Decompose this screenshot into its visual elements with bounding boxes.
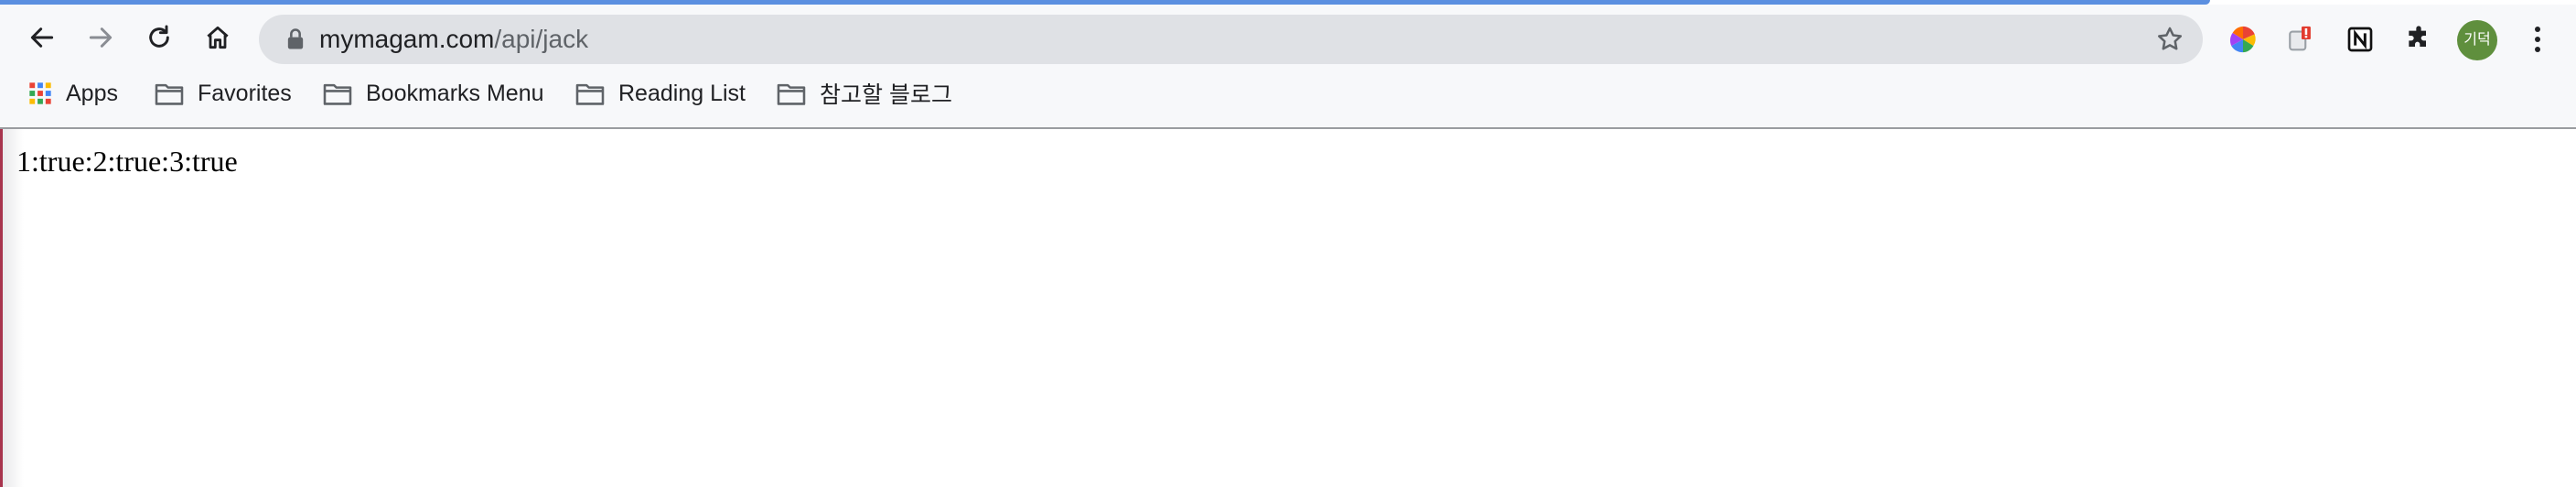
bookmark-blog-folder[interactable]: 참고할 블로그 xyxy=(776,70,952,116)
home-button[interactable] xyxy=(196,16,240,60)
apps-grid-icon xyxy=(29,82,51,104)
address-bar[interactable]: mymagam.com/api/jack xyxy=(259,15,2203,64)
extensions-button[interactable] xyxy=(2400,21,2437,58)
badge-extension[interactable] xyxy=(2283,21,2320,58)
bookmark-bookmarks-menu[interactable]: Bookmarks Menu xyxy=(322,70,544,116)
bookmark-label: Apps xyxy=(66,80,118,106)
bookmark-apps[interactable]: Apps xyxy=(27,70,118,116)
reload-icon xyxy=(149,25,169,48)
browser-menu-button[interactable] xyxy=(2525,21,2550,58)
toolbar-divider xyxy=(0,127,2576,129)
arrow-left-icon xyxy=(30,27,54,48)
bookmark-label: Reading List xyxy=(618,80,746,106)
bookmark-label: Favorites xyxy=(198,80,292,106)
folder-icon xyxy=(323,83,352,105)
browser-toolbar: mymagam.com/api/jack 기덕 xyxy=(0,5,2576,70)
color-wheel-icon xyxy=(2229,26,2256,53)
menu-dot-icon xyxy=(2535,27,2540,32)
notion-icon xyxy=(2347,27,2373,52)
arrow-right-icon xyxy=(89,27,113,48)
folder-icon xyxy=(575,83,605,105)
puzzle-badge-icon xyxy=(2289,26,2311,51)
lock-icon xyxy=(287,28,304,49)
bookmark-label: Bookmarks Menu xyxy=(366,80,544,106)
bookmark-label: 참고할 블로그 xyxy=(820,82,952,108)
folder-icon xyxy=(155,83,184,105)
profile-avatar[interactable]: 기덕 xyxy=(2457,20,2497,60)
menu-dot-icon xyxy=(2535,47,2540,52)
home-icon xyxy=(207,26,229,49)
bookmark-favorites[interactable]: Favorites xyxy=(154,70,292,116)
window-left-edge xyxy=(0,129,24,487)
reload-button[interactable] xyxy=(137,16,181,60)
extensions-puzzle-icon xyxy=(2409,26,2426,47)
notion-extension[interactable] xyxy=(2342,21,2378,58)
forward-button[interactable] xyxy=(79,16,123,60)
back-button[interactable] xyxy=(20,16,64,60)
bookmark-reading-list[interactable]: Reading List xyxy=(574,70,746,116)
menu-dot-icon xyxy=(2535,37,2540,42)
bookmark-star-icon[interactable] xyxy=(2155,25,2184,54)
url-text[interactable]: mymagam.com/api/jack xyxy=(319,15,588,64)
page-body-text: 1:true:2:true:3:true xyxy=(16,145,238,178)
bookmarks-bar: Apps Favorites Bookmarks Menu Reading Li… xyxy=(0,70,2576,127)
url-path: /api/jack xyxy=(494,25,589,53)
folder-icon xyxy=(777,83,806,105)
color-wheel-extension[interactable] xyxy=(2225,21,2261,58)
url-host: mymagam.com xyxy=(319,25,495,53)
